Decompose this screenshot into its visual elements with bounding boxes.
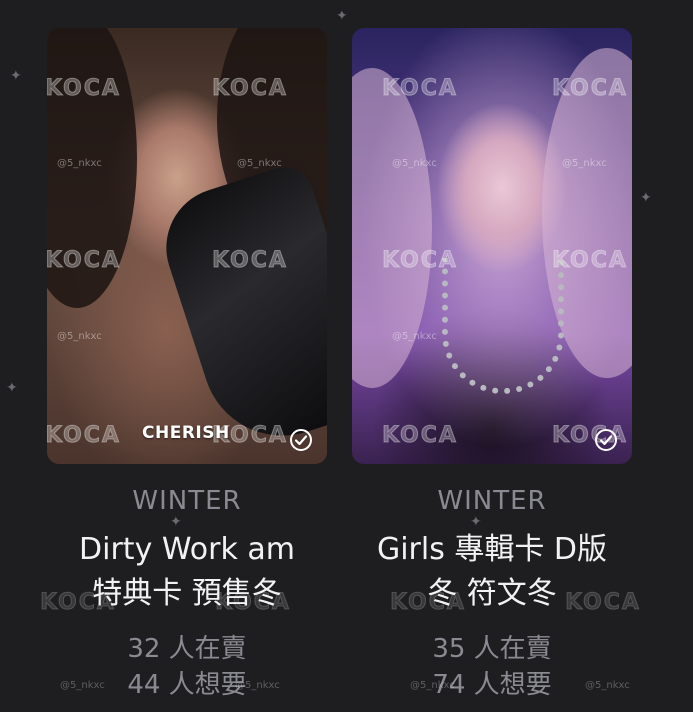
- check-circle-icon: [290, 429, 312, 451]
- watermark-handle: @5_nkxc: [562, 158, 607, 169]
- photo-detail: [150, 159, 327, 457]
- card-title-line: Girls 專輯卡 D版: [376, 532, 608, 567]
- watermark-handle: @5_nkxc: [392, 331, 437, 342]
- watermark-logo: KOCA: [47, 76, 121, 102]
- watermark-handle: @5_nkxc: [57, 331, 102, 342]
- watermark-logo: KOCA: [382, 248, 458, 274]
- sparkle-icon: ✦: [640, 190, 652, 206]
- watermark-logo: KOCA: [212, 248, 288, 274]
- watermark-handle: @5_nkxc: [235, 680, 280, 691]
- selling-count: 32 人在賣: [127, 634, 247, 664]
- watermark-logo: KOCA: [382, 423, 458, 449]
- watermark-logo: KOCA: [47, 248, 121, 274]
- watermark-logo: KOCA: [215, 590, 291, 616]
- member-name: WINTER: [132, 486, 242, 516]
- photo-label: CHERISH: [142, 423, 230, 443]
- watermark-logo: KOCA: [212, 76, 288, 102]
- card-title-line: Dirty Work am: [79, 532, 295, 567]
- watermark-logo: KOCA: [565, 590, 641, 616]
- photocard-image[interactable]: KOCA KOCA KOCA KOCA KOCA KOCA @5_nkxc @5…: [47, 28, 327, 464]
- watermark-logo: KOCA: [382, 76, 458, 102]
- photocard-image[interactable]: KOCA KOCA KOCA KOCA KOCA KOCA @5_nkxc @5…: [352, 28, 632, 464]
- watermark-handle: @5_nkxc: [57, 158, 102, 169]
- card-grid: ✦ ✦ ✦ ✦ ✦ ✦ KOCA KOCA KOCA KOCA KOCA KOC…: [0, 0, 693, 712]
- sparkle-icon: ✦: [6, 380, 18, 396]
- watermark-logo: KOCA: [390, 590, 466, 616]
- photocard-item[interactable]: KOCA KOCA KOCA KOCA KOCA KOCA @5_nkxc @5…: [352, 28, 632, 464]
- watermark-handle: @5_nkxc: [410, 680, 455, 691]
- photocard-item[interactable]: KOCA KOCA KOCA KOCA KOCA KOCA @5_nkxc @5…: [47, 28, 327, 464]
- watermark-handle: @5_nkxc: [237, 158, 282, 169]
- sparkle-icon: ✦: [10, 68, 22, 84]
- watermark-handle: @5_nkxc: [585, 680, 630, 691]
- watermark-handle: @5_nkxc: [60, 680, 105, 691]
- member-name: WINTER: [437, 486, 547, 516]
- photo-detail: [442, 258, 564, 394]
- selling-count: 35 人在賣: [432, 634, 552, 664]
- watermark-logo: KOCA: [552, 76, 628, 102]
- watermark-logo: KOCA: [40, 590, 116, 616]
- watermark-logo: KOCA: [552, 248, 628, 274]
- sparkle-icon: ✦: [336, 8, 348, 24]
- check-circle-icon: [595, 429, 617, 451]
- watermark-logo: KOCA: [47, 423, 121, 449]
- watermark-handle: @5_nkxc: [392, 158, 437, 169]
